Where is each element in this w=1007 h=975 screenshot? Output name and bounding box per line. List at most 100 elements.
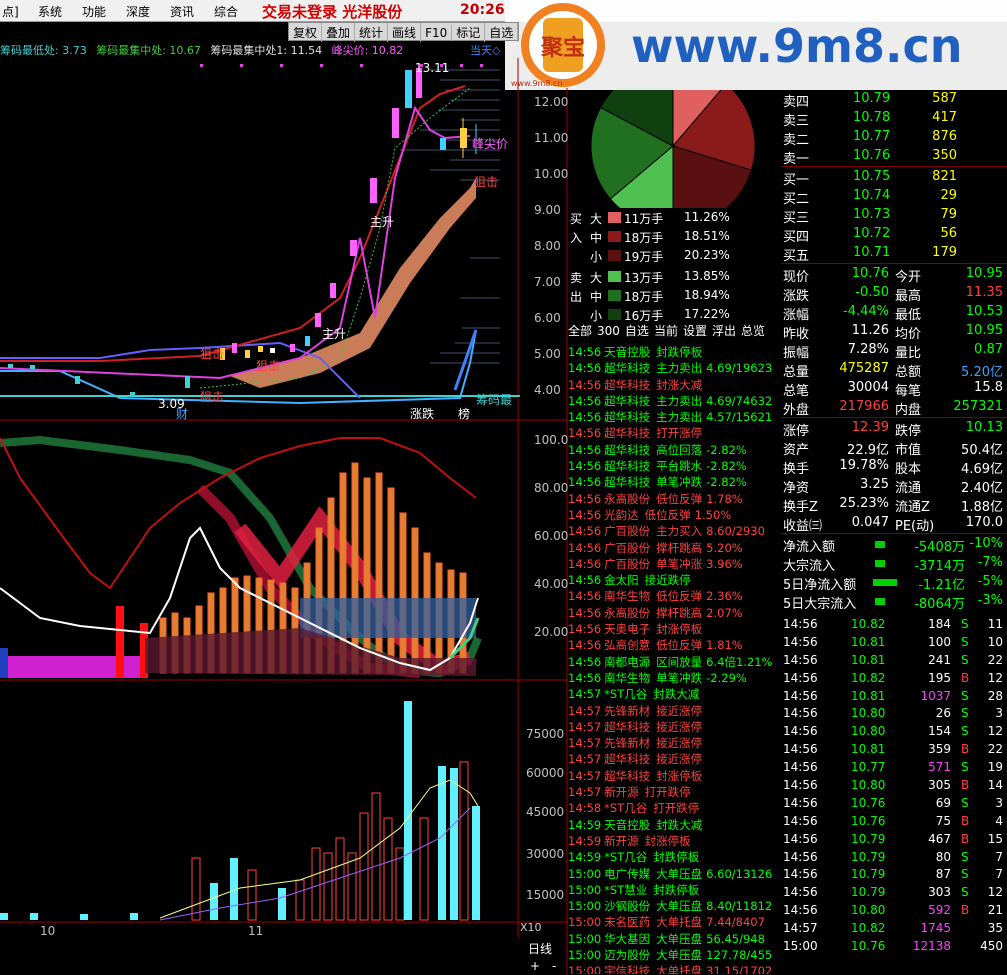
menu-item-depth[interactable]: 深度	[126, 3, 150, 20]
news-item[interactable]: 15:00 *ST慧业 封跌停板	[568, 882, 780, 898]
news-item[interactable]: 15:00 迈为股份 大单压盘 127.78/455	[568, 947, 780, 963]
news-item[interactable]: 15:00 宇信科技 大单托盘 31.15/1702	[568, 963, 780, 974]
news-item[interactable]: 14:56 弘高创意 低位反弹 1.81%	[568, 637, 780, 653]
news-item[interactable]: 14:59 新开源 封涨停板	[568, 833, 780, 849]
price-tick: 6.00	[534, 311, 561, 325]
main-chart[interactable]: 12.00 11.00 10.00 9.00 8.00 7.00 6.00 5.…	[0, 58, 568, 975]
news-item[interactable]: 14:56 天音控股 封跌停板	[568, 344, 780, 360]
tick-volume: 305	[928, 778, 951, 793]
news-item[interactable]: 14:56 超华科技 平台跳水 -2.82%	[568, 458, 780, 474]
tick-list: 14:56 10.82 184 S 11 14:56 10.81 100 S 10 14:56 10.…	[781, 616, 1007, 956]
news-item[interactable]: 14:56 广百股份 撑杆跳高 5.20%	[568, 540, 780, 556]
tick-time: 14:57	[783, 921, 818, 936]
flow-size: 小	[590, 250, 603, 264]
news-item[interactable]: 14:56 广百股份 主力买入 8.60/2930	[568, 523, 780, 539]
news-item[interactable]: 14:56 永高股份 撑杆跳高 2.07%	[568, 605, 780, 621]
tb-stats[interactable]: 统计	[355, 23, 389, 42]
news-event: 大单托盘	[656, 915, 703, 930]
flow-amount: 16万手	[624, 309, 664, 323]
tick-price: 10.79	[851, 867, 886, 882]
news-item[interactable]: 14:56 广百股份 单笔冲涨 3.96%	[568, 556, 780, 572]
news-item[interactable]: 14:57 超华科技 接近涨停	[568, 719, 780, 735]
tb-mark[interactable]: 标记	[452, 23, 486, 42]
news-item[interactable]: 14:57 先锋新材 接近涨停	[568, 735, 780, 751]
news-item[interactable]: 14:56 超华科技 单笔冲跌 -2.82%	[568, 474, 780, 490]
news-item[interactable]: 14:57 超华科技 接近涨停	[568, 751, 780, 767]
tb-overlay[interactable]: 叠加	[322, 23, 356, 42]
news-event: 区间放量	[656, 654, 703, 669]
news-item[interactable]: 14:56 南都电源 区间放量 6.4倍1.21%	[568, 654, 780, 670]
netflow-pct: -5%	[977, 574, 1003, 589]
news-item[interactable]: 14:58 *ST几谷 打开跌停	[568, 800, 780, 816]
news-item[interactable]: 14:56 天奥电子 封涨停板	[568, 621, 780, 637]
window-title: 交易未登录 光洋股份	[262, 3, 403, 21]
news-item[interactable]: 14:57 新开源 打开跌停	[568, 784, 780, 800]
news-event: 打开跌停	[653, 801, 700, 816]
news-item[interactable]: 14:57 *ST几谷 封跌大减	[568, 686, 780, 702]
menu-item-info[interactable]: 资讯	[170, 3, 194, 20]
opt-float[interactable]: 浮出	[712, 324, 736, 338]
tb-draw[interactable]: 画线	[388, 23, 422, 42]
stat-row: 涨跌 -0.50 最高 11.35	[781, 284, 1007, 304]
news-item[interactable]: 14:59 *ST几谷 封跌停板	[568, 849, 780, 865]
zoom-in-button[interactable]: +	[530, 959, 540, 973]
news-item[interactable]: 15:00 电广传媒 大单压盘 6.60/13126	[568, 866, 780, 882]
chip-center: 筹码最集中处: 10.67	[96, 44, 201, 57]
opt-settings[interactable]: 设置	[683, 324, 707, 338]
news-item[interactable]: 15:00 未名医药 大单托盘 7.44/8407	[568, 914, 780, 930]
opt-all[interactable]: 全部	[568, 324, 592, 338]
tb-fuquan[interactable]: 复权	[289, 23, 323, 42]
news-detail: -2.82%	[706, 459, 747, 474]
tick-side: S	[961, 724, 969, 739]
news-item[interactable]: 14:59 天音控股 封跌大减	[568, 817, 780, 833]
netflow-pct: -3%	[977, 593, 1003, 608]
stat-value: 25.23%	[839, 496, 889, 511]
news-item[interactable]: 14:57 超华科技 封涨停板	[568, 768, 780, 784]
orderbook-row: 买五 10.71 179	[781, 244, 1007, 264]
opt-overview[interactable]: 总览	[741, 324, 765, 338]
news-item[interactable]: 14:56 永高股份 低位反弹 1.78%	[568, 491, 780, 507]
tb-f10[interactable]: F10	[421, 25, 453, 41]
stat-row: 总笔 30004 每笔 15.8	[781, 379, 1007, 399]
zoom-out-button[interactable]: -	[552, 959, 556, 973]
netflow-key: 大宗流入	[783, 559, 836, 574]
news-item[interactable]: 14:56 南华生物 低位反弹 2.36%	[568, 588, 780, 604]
news-item[interactable]: 14:56 超华科技 高位回落 -2.82%	[568, 442, 780, 458]
opt-300[interactable]: 300	[597, 324, 620, 338]
tick-price: 10.81	[851, 652, 886, 667]
news-item[interactable]: 14:56 超华科技 主力卖出 4.57/15621	[568, 409, 780, 425]
news-item[interactable]: 14:56 南华生物 单笔冲跌 -2.29%	[568, 670, 780, 686]
news-item[interactable]: 14:56 超华科技 封涨大减	[568, 377, 780, 393]
news-item[interactable]: 14:56 金太阳 接近跌停	[568, 572, 780, 588]
ob-label: 买一	[783, 173, 810, 188]
period-selector[interactable]: 日线	[528, 940, 552, 957]
menu-item-general[interactable]: 综合	[214, 3, 238, 20]
news-stock: 超华科技	[604, 361, 651, 376]
news-item[interactable]: 14:56 超华科技 打开涨停	[568, 425, 780, 441]
menu-item-system[interactable]: 系统	[38, 3, 62, 20]
ob-label: 买三	[783, 211, 810, 226]
news-item[interactable]: 14:56 光韵达 低位反弹 1.50%	[568, 507, 780, 523]
news-event: 封跌停板	[653, 882, 700, 897]
news-item[interactable]: 15:00 华大基因 大单压盘 56.45/948	[568, 931, 780, 947]
opt-current[interactable]: 当前	[654, 324, 678, 338]
news-item[interactable]: 14:56 超华科技 主力卖出 4.69/74632	[568, 393, 780, 409]
opt-watchlist[interactable]: 自选	[625, 324, 649, 338]
price-tick: 11.00	[534, 131, 568, 145]
stat-key: 流通	[895, 481, 922, 496]
news-item[interactable]: 14:57 先锋新材 接近涨停	[568, 703, 780, 719]
tick-time: 15:00	[783, 939, 818, 954]
stat-value: 1.88亿	[961, 500, 1003, 515]
tick-price: 10.80	[851, 724, 886, 739]
tb-watchlist[interactable]: 自选	[485, 23, 519, 42]
tick-row: 14:56 10.80 26 S 3	[781, 705, 1007, 723]
ob-label: 卖四	[783, 95, 810, 110]
news-item[interactable]: 15:00 沙钢股份 大单压盘 8.40/11812	[568, 898, 780, 914]
menu-item-function[interactable]: 功能	[82, 3, 106, 20]
menu-item-point[interactable]: 点]	[2, 3, 19, 20]
tick-time: 14:56	[783, 831, 818, 846]
flow-pct: 20.23%	[684, 248, 730, 262]
news-item[interactable]: 14:56 超华科技 主力卖出 4.69/19623	[568, 360, 780, 376]
news-event: 主力卖出	[656, 410, 703, 425]
flow-amount: 11万手	[624, 212, 664, 226]
